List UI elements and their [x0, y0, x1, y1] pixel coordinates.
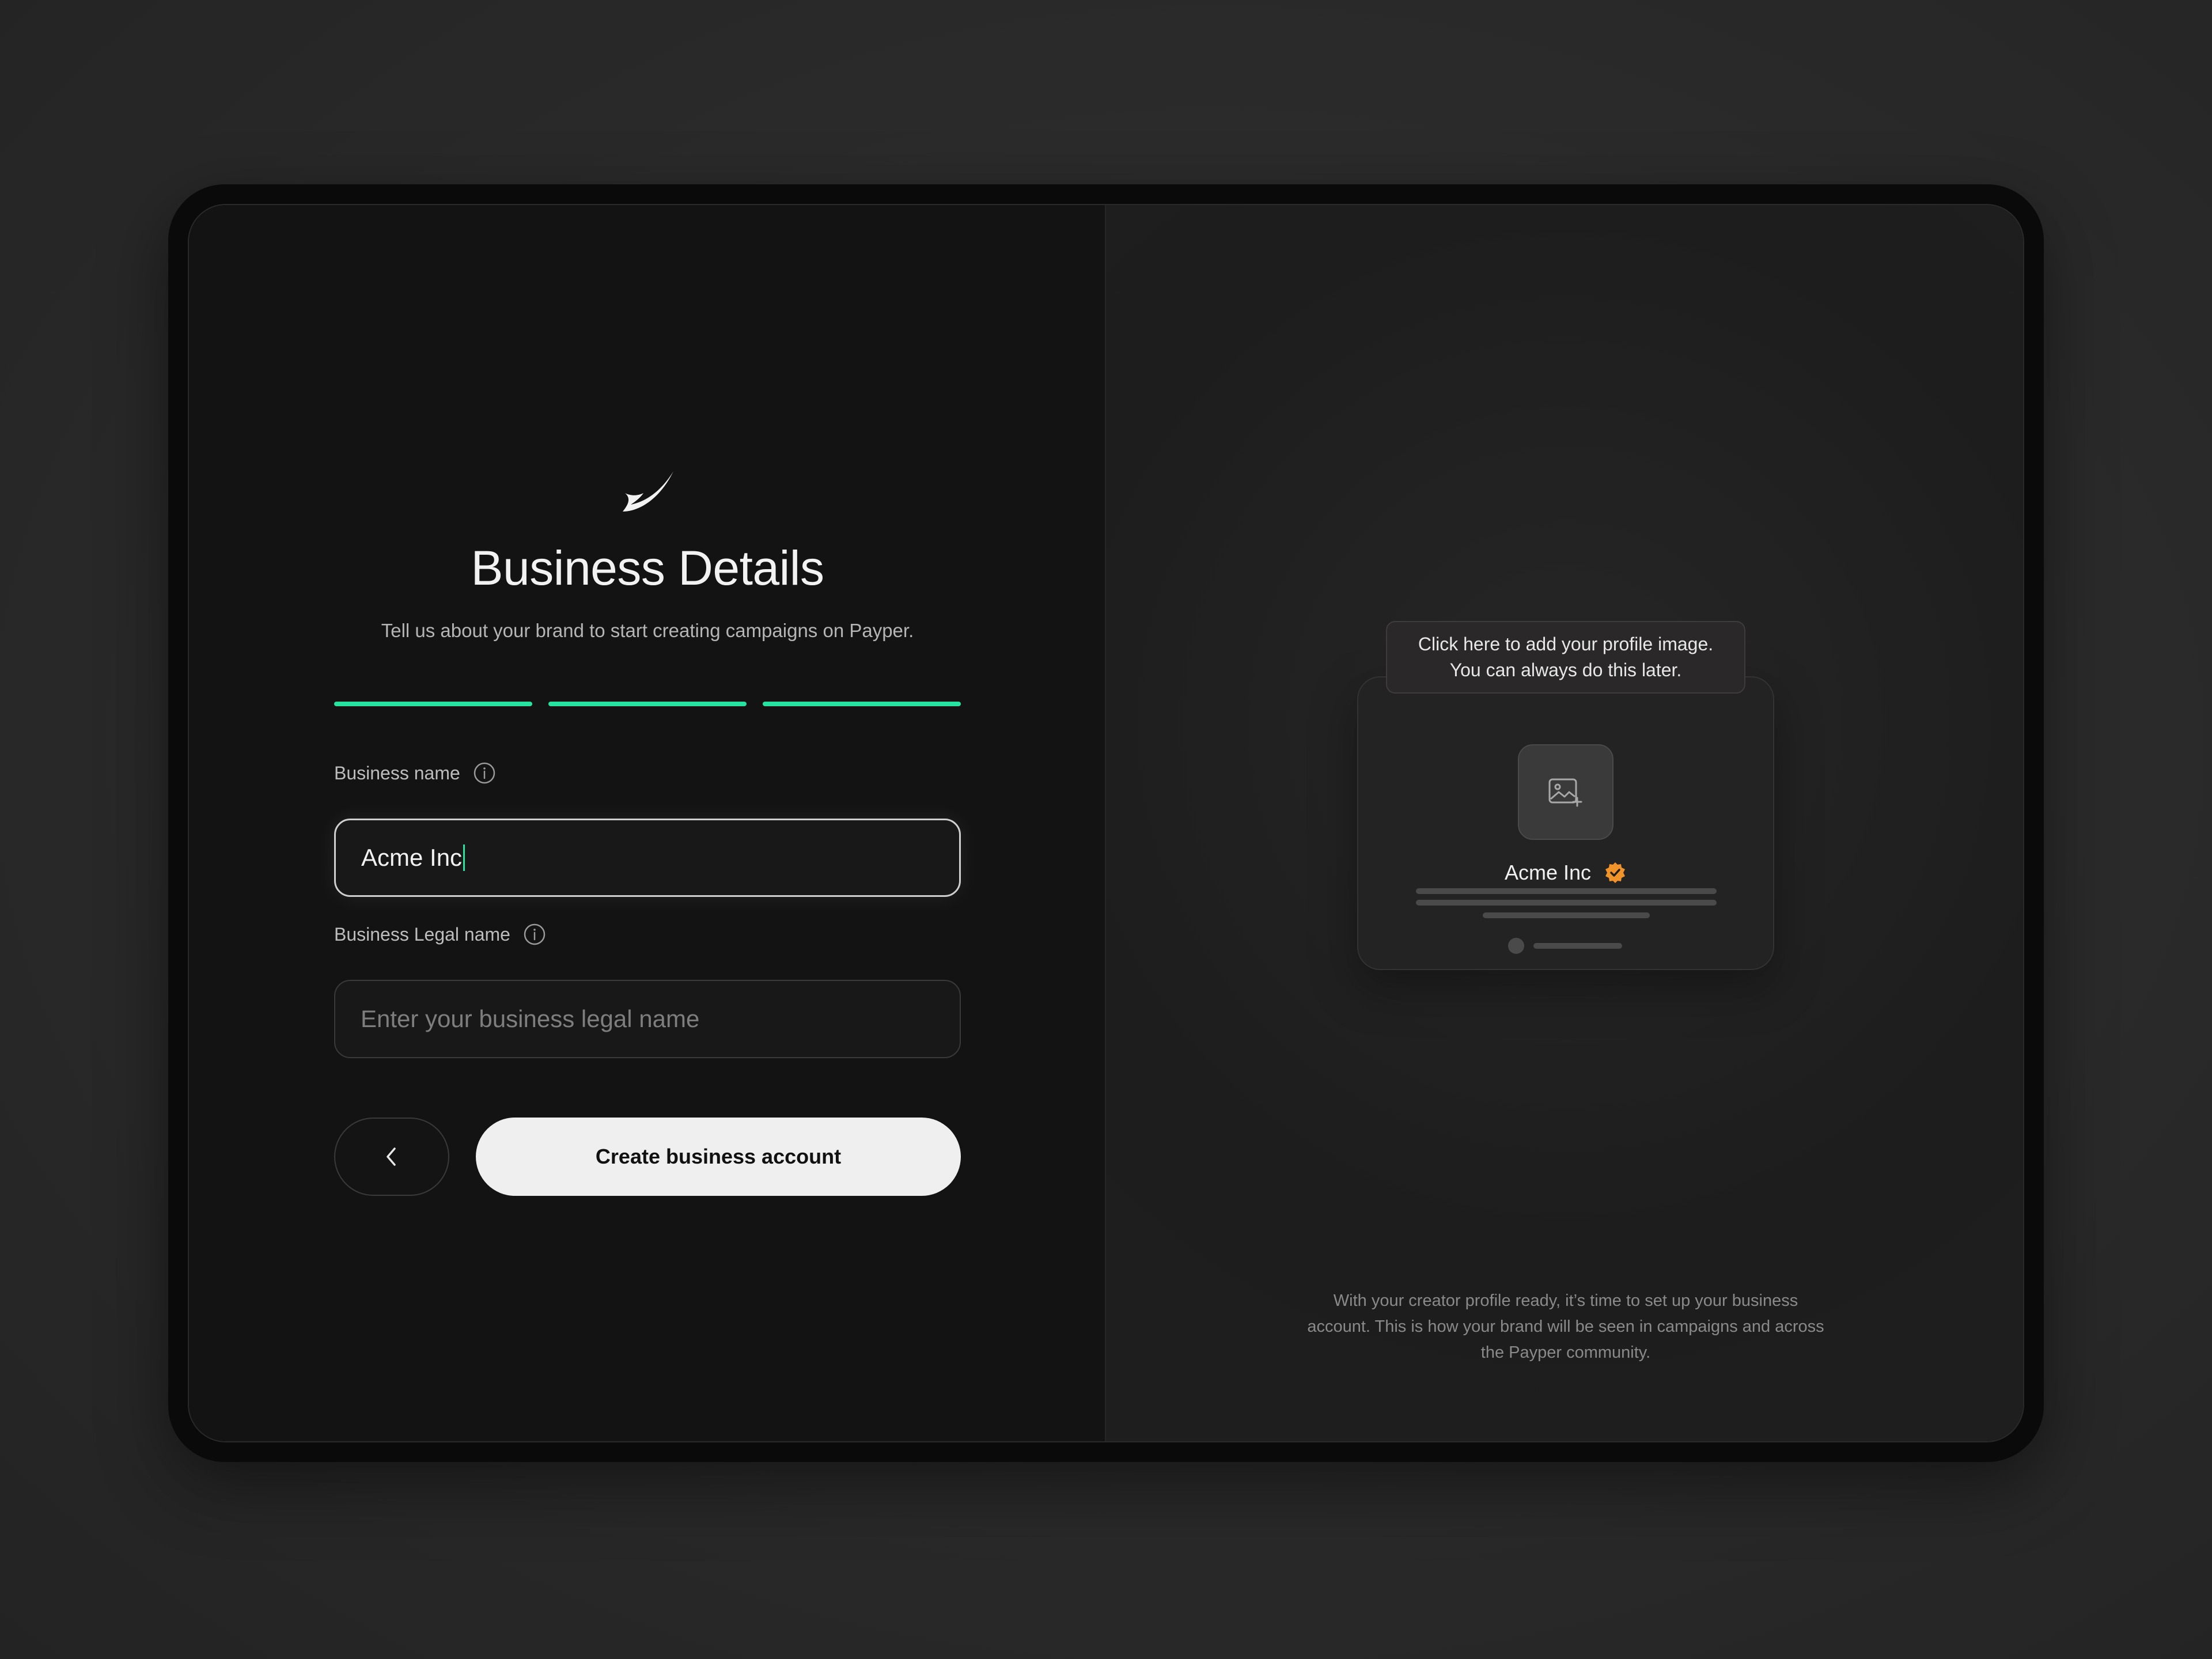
skeleton-dot — [1508, 938, 1524, 954]
business-name-label-row: Business name — [334, 762, 496, 785]
skeleton-line-2 — [1416, 900, 1717, 906]
skeleton-line-3 — [1483, 912, 1650, 918]
page-subtitle: Tell us about your brand to start creati… — [381, 620, 914, 641]
progress-bar — [334, 702, 961, 706]
app-screen: Business Details Tell us about your bran… — [188, 204, 2024, 1442]
legal-name-input[interactable]: Enter your business legal name — [334, 980, 961, 1058]
tooltip-line-1: Click here to add your profile image. — [1418, 634, 1714, 654]
text-caret — [463, 844, 465, 871]
back-button[interactable] — [334, 1118, 449, 1196]
preview-caption: With your creator profile ready, it’s ti… — [1307, 1291, 1824, 1362]
legal-name-placeholder: Enter your business legal name — [361, 1005, 700, 1032]
profile-image-tooltip: Click here to add your profile image. Yo… — [1386, 621, 1745, 694]
page-title: Business Details — [471, 541, 824, 595]
device-frame: Business Details Tell us about your bran… — [168, 184, 2044, 1462]
form-pane: Business Details Tell us about your bran… — [189, 205, 1106, 1441]
progress-step-3 — [763, 702, 961, 706]
tooltip-line-2: You can always do this later. — [1449, 660, 1682, 680]
payper-logo-icon — [623, 471, 673, 512]
progress-step-1 — [334, 702, 532, 706]
verified-badge-icon — [1605, 862, 1626, 883]
legal-name-label: Business Legal name — [334, 923, 510, 945]
profile-preview-card: Acme Inc — [1357, 676, 1774, 970]
progress-step-2 — [548, 702, 747, 706]
preview-pane: Click here to add your profile image. Yo… — [1106, 205, 2023, 1441]
preview-business-name-row: Acme Inc — [1358, 861, 1773, 885]
preview-business-name: Acme Inc — [1504, 861, 1592, 884]
profile-image-upload[interactable] — [1518, 744, 1613, 840]
image-add-icon — [1548, 778, 1582, 807]
info-icon[interactable] — [473, 762, 496, 785]
business-name-value: Acme Inc — [361, 844, 463, 871]
info-icon[interactable] — [523, 923, 546, 946]
business-name-input[interactable]: Acme Inc — [334, 819, 961, 897]
chevron-left-icon — [387, 1147, 396, 1166]
skeleton-line-1 — [1416, 888, 1717, 894]
legal-name-label-row: Business Legal name — [334, 923, 546, 946]
skeleton-line-4 — [1533, 943, 1622, 949]
create-business-account-button[interactable]: Create business account — [476, 1118, 961, 1196]
business-name-label: Business name — [334, 762, 460, 783]
